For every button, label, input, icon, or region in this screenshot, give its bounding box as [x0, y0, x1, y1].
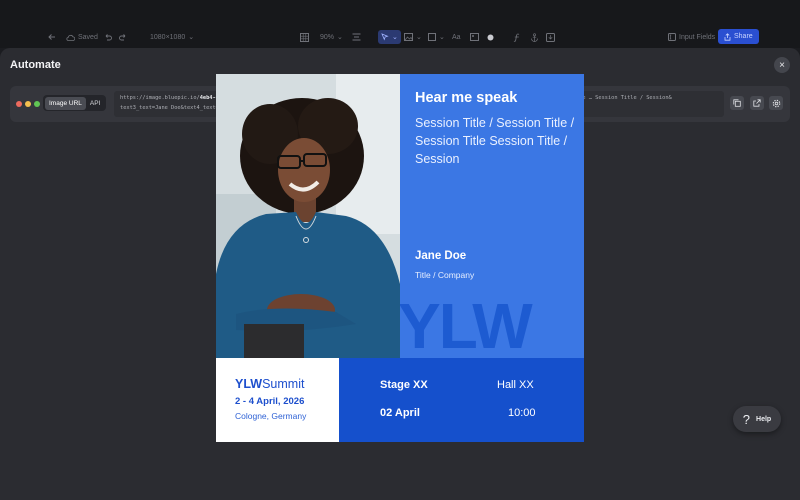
- back-arrow-icon[interactable]: [48, 30, 56, 44]
- text-tool-label: Aa: [452, 33, 461, 41]
- external-link-icon: [753, 99, 761, 107]
- input-fields-icon: [668, 33, 676, 41]
- zoom-label: 90%: [320, 33, 335, 41]
- headline: Hear me speak: [415, 90, 518, 106]
- color-dot-icon[interactable]: [487, 30, 494, 44]
- help-label: Help: [756, 415, 772, 423]
- talk-time: 10:00: [508, 407, 536, 419]
- chevron-down-icon: ⌄: [337, 34, 343, 41]
- brand-watermark: YLW: [400, 290, 533, 358]
- share-icon: [724, 32, 731, 41]
- help-icon: ?: [742, 411, 751, 427]
- settings-button[interactable]: [769, 96, 783, 110]
- undo-icon[interactable]: [104, 30, 112, 44]
- open-external-button[interactable]: [750, 96, 764, 110]
- close-button[interactable]: ×: [774, 57, 790, 73]
- mode-toggle: Image URL API: [43, 95, 107, 111]
- image-tool-icon[interactable]: ⌄: [404, 30, 422, 44]
- input-fields-button[interactable]: Input Fields: [668, 30, 715, 44]
- copy-icon: [733, 99, 741, 107]
- editor-toolbar: Saved 1080×1080 ⌄ 90% ⌄ ⌄ ⌄ ⌄ Aa Input F…: [0, 0, 800, 48]
- select-tool[interactable]: ⌄: [378, 30, 401, 44]
- session-title: Session Title / Session Title / Session …: [415, 116, 575, 166]
- anchor-icon[interactable]: [530, 30, 539, 44]
- grid-icon[interactable]: [300, 30, 309, 44]
- event-dates: 2 - 4 April, 2026: [235, 396, 305, 407]
- design-preview: Hear me speak Session Title / Session Ti…: [216, 74, 584, 442]
- logo-regular: Summit: [262, 377, 305, 391]
- export-icon[interactable]: [546, 30, 555, 44]
- chevron-down-icon: ⌄: [439, 34, 445, 41]
- function-icon[interactable]: [513, 30, 521, 44]
- share-label: Share: [734, 33, 753, 40]
- text-tool[interactable]: Aa: [452, 30, 461, 44]
- help-button[interactable]: ? Help: [733, 406, 781, 432]
- speaker-name: Jane Doe: [415, 250, 467, 262]
- modal-title: Automate: [10, 59, 61, 71]
- stage-label: Stage XX: [380, 379, 428, 391]
- chevron-down-icon: ⌄: [392, 34, 398, 41]
- input-fields-label: Input Fields: [679, 33, 716, 41]
- redo-icon[interactable]: [119, 30, 127, 44]
- event-city: Cologne, Germany: [235, 411, 307, 421]
- cloud-icon: [66, 34, 75, 41]
- window-dot-red: [16, 101, 22, 107]
- session-panel: Hear me speak Session Title / Session Ti…: [400, 74, 584, 358]
- chevron-down-icon: ⌄: [416, 34, 422, 41]
- tab-api[interactable]: API: [86, 97, 104, 110]
- url-prefix: https://image.bluepic.io/: [120, 95, 200, 101]
- gear-icon: [772, 99, 780, 107]
- logo-bold: YLW: [235, 377, 263, 391]
- window-dot-yellow: [25, 101, 31, 107]
- speaker-photo: [216, 74, 400, 358]
- shape-tool-icon[interactable]: ⌄: [428, 30, 445, 44]
- canvas-size-dropdown[interactable]: 1080×1080 ⌄: [150, 30, 194, 44]
- align-icon[interactable]: [352, 30, 361, 44]
- copy-button[interactable]: [730, 96, 744, 110]
- event-logo: YLWSummit: [235, 377, 304, 391]
- close-icon: ×: [779, 59, 785, 71]
- hall-label: Hall XX: [497, 379, 534, 391]
- tab-image-url[interactable]: Image URL: [45, 96, 86, 110]
- cursor-icon: [381, 33, 389, 41]
- canvas-size-label: 1080×1080: [150, 33, 186, 41]
- schedule-box: Stage XX Hall XX 02 April 10:00: [339, 358, 584, 442]
- window-dot-green: [34, 101, 40, 107]
- speaker-role: Title / Company: [415, 270, 475, 280]
- chevron-down-icon: ⌄: [188, 34, 195, 41]
- image-icon[interactable]: [470, 30, 479, 44]
- zoom-dropdown[interactable]: 90% ⌄: [320, 30, 343, 44]
- talk-date: 02 April: [380, 407, 420, 419]
- saved-status: Saved: [66, 30, 98, 44]
- event-info-box: YLWSummit 2 - 4 April, 2026 Cologne, Ger…: [216, 358, 339, 442]
- share-button[interactable]: Share: [718, 29, 759, 44]
- saved-label: Saved: [78, 33, 98, 41]
